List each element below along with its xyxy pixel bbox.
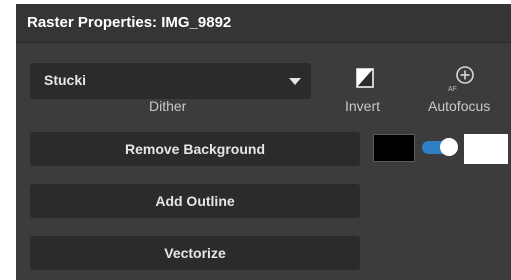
- dither-select[interactable]: Stucki: [30, 63, 311, 99]
- color-toggle-switch[interactable]: [422, 138, 458, 156]
- color-swatch-right[interactable]: [464, 134, 508, 164]
- autofocus-crosshair-icon[interactable]: AF: [446, 64, 476, 94]
- add-outline-button[interactable]: Add Outline: [30, 184, 360, 218]
- panel-title-bar: Raster Properties: IMG_9892: [16, 4, 511, 43]
- raster-properties-panel: Raster Properties: IMG_9892 Stucki Dithe…: [16, 4, 511, 280]
- vectorize-button[interactable]: Vectorize: [30, 236, 360, 270]
- toggle-knob: [440, 138, 458, 156]
- chevron-down-icon: [289, 78, 301, 85]
- dither-label: Dither: [149, 98, 187, 114]
- color-swatch-left[interactable]: [373, 134, 415, 162]
- remove-background-button[interactable]: Remove Background: [30, 132, 360, 166]
- invert-icon[interactable]: [356, 68, 374, 88]
- panel-title: Raster Properties: IMG_9892: [27, 14, 232, 31]
- autofocus-af-text: AF: [448, 86, 457, 93]
- autofocus-label: Autofocus: [428, 98, 491, 114]
- dither-selected-value: Stucki: [44, 72, 87, 88]
- invert-label: Invert: [345, 98, 381, 114]
